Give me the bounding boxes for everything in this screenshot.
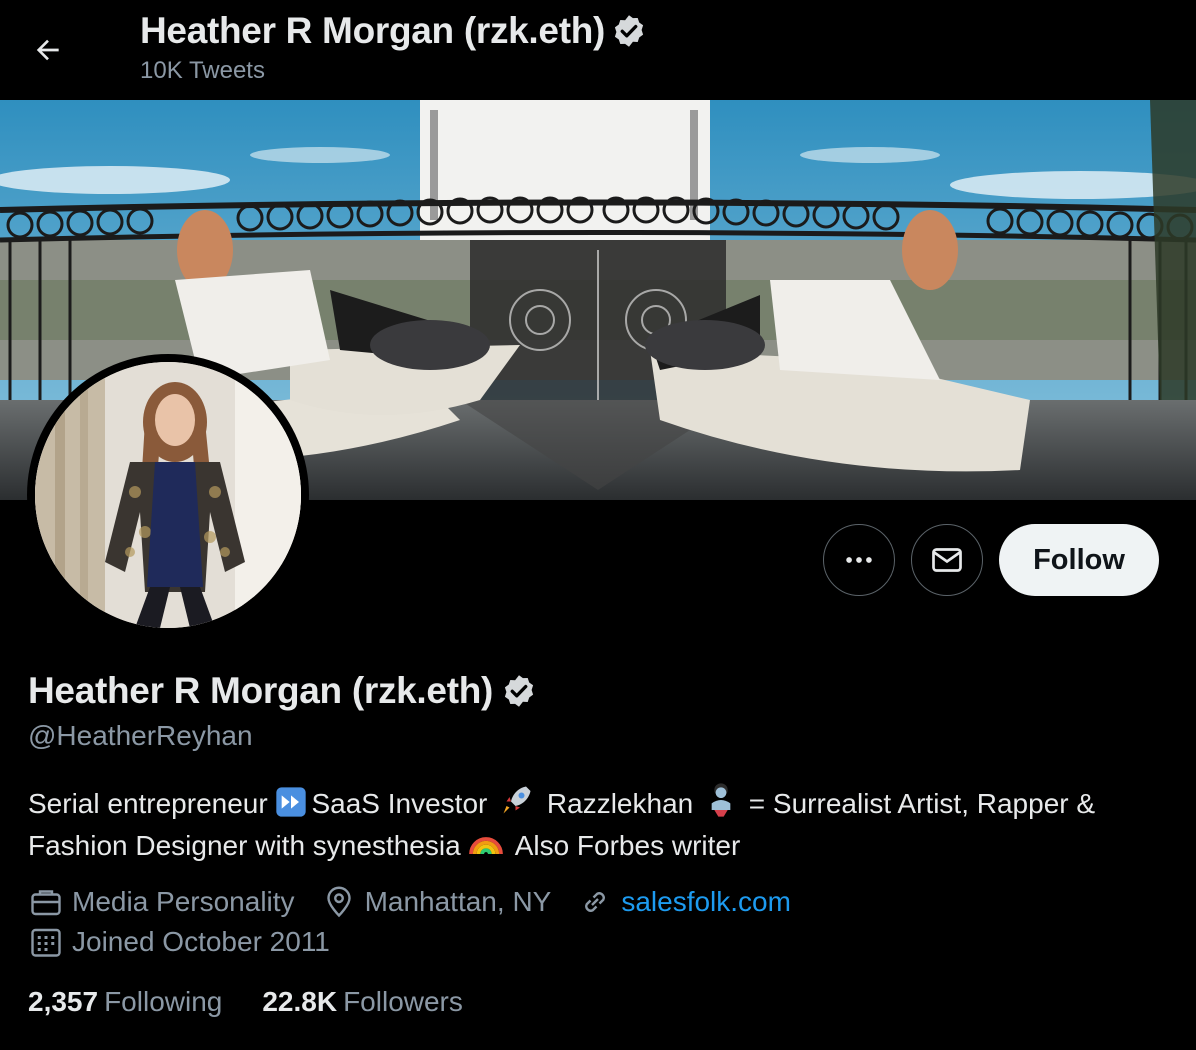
header-name: Heather R Morgan (rzk.eth): [140, 10, 606, 51]
profile-name-text: Heather R Morgan (rzk.eth): [28, 670, 494, 711]
bio-text-2: SaaS Investor: [311, 788, 496, 819]
profile-meta: Media Personality Manhattan, NY salesfol…: [28, 884, 817, 920]
category-text: Media Personality: [72, 886, 295, 917]
bio-text-1: Serial entrepreneur: [28, 788, 276, 819]
bio-text-3: Razzlekhan: [539, 788, 702, 819]
profile-bio: Serial entrepreneur SaaS Investor Razzle…: [28, 782, 1168, 866]
genie-emoji-icon: [711, 783, 731, 817]
more-horizontal-icon: [846, 557, 872, 563]
tweet-count: 10K Tweets: [140, 57, 265, 84]
more-options-button[interactable]: [823, 524, 895, 596]
avatar-image: [35, 362, 301, 628]
link-icon: [585, 892, 606, 912]
bio-text-5: Also Forbes writer: [508, 830, 741, 861]
followers-count: 22.8K: [262, 986, 338, 1017]
message-button[interactable]: [911, 524, 983, 596]
map-pin-icon: [326, 886, 351, 918]
rocket-emoji-icon: [503, 786, 531, 814]
following-stat[interactable]: 2,357 Following: [28, 986, 222, 1018]
verified-badge-icon: [504, 675, 534, 707]
rainbow-emoji-icon: [469, 837, 504, 855]
profile-page: Heather R Morgan (rzk.eth) 10K Tweets Fo…: [0, 0, 1196, 1050]
follow-button[interactable]: Follow: [999, 524, 1159, 596]
following-count: 2,357: [28, 986, 99, 1017]
follow-stats: 2,357 Following 22.8K Followers: [28, 986, 503, 1018]
joined-item: Joined October 2011: [28, 924, 330, 960]
profile-location: Manhattan, NY: [321, 884, 552, 920]
website-link[interactable]: salesfolk.com: [621, 886, 791, 918]
back-button[interactable]: [24, 26, 72, 74]
profile-name: Heather R Morgan (rzk.eth): [28, 670, 537, 712]
briefcase-icon: [31, 890, 61, 916]
calendar-icon: [31, 928, 61, 957]
verified-badge-icon: [614, 15, 644, 47]
top-header: Heather R Morgan (rzk.eth) 10K Tweets: [0, 0, 1196, 100]
envelope-icon: [932, 548, 962, 572]
profile-website[interactable]: salesfolk.com: [577, 884, 791, 920]
location-text: Manhattan, NY: [364, 886, 552, 917]
header-title: Heather R Morgan (rzk.eth): [140, 10, 647, 52]
following-label: Following: [104, 986, 223, 1017]
profile-joined: Joined October 2011: [28, 924, 356, 960]
followers-label: Followers: [343, 986, 463, 1017]
profile-handle: @HeatherReyhan: [28, 720, 253, 751]
followers-stat[interactable]: 22.8K Followers: [262, 986, 463, 1018]
arrow-left-icon: [36, 39, 59, 61]
fast-forward-emoji-icon: [276, 787, 307, 817]
joined-text: Joined October 2011: [72, 926, 330, 957]
profile-category: Media Personality: [28, 884, 295, 920]
profile-avatar[interactable]: [27, 354, 309, 636]
